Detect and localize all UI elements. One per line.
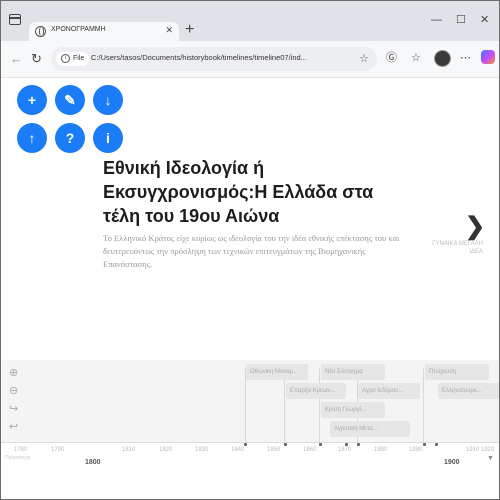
file-chip[interactable]: i File <box>56 52 90 66</box>
help-button[interactable]: ? <box>55 123 85 153</box>
timeline-marker[interactable]: Ελληνοτουρκ... <box>438 383 499 399</box>
marker-line <box>423 368 424 442</box>
tab-title: ΧΡΟΝΟΓΡΑΜΜΗ <box>51 26 106 33</box>
undo-icon[interactable]: ↩ <box>9 420 18 433</box>
url-text[interactable]: C:/Users/tasos/Documents/historybook/tim… <box>91 53 307 62</box>
globe-icon <box>35 26 46 37</box>
zoom-in-icon[interactable]: ⊕ <box>9 366 18 379</box>
browser-tab[interactable]: ΧΡΟΝΟΓΡΑΜΜΗ ✕ <box>29 22 179 41</box>
event-dot <box>244 443 247 446</box>
axis-tick: 1790 <box>51 447 65 453</box>
close-icon[interactable]: ✕ <box>165 25 173 36</box>
timeline-marker[interactable]: Επαρξα Κρεων... <box>286 383 346 399</box>
star-icon[interactable]: ☆ <box>359 52 369 65</box>
axis-tick: 1880 <box>374 447 388 453</box>
timeline-marker[interactable]: Νέο Σύνταγμα <box>321 364 385 380</box>
era-label: Παλαιότερη <box>5 455 31 461</box>
axis-tick: 1890 <box>409 447 423 453</box>
axis-tick: 1920 <box>481 447 495 453</box>
scroll-down-icon[interactable]: ▼ <box>487 455 494 462</box>
file-chip-label: File <box>73 55 85 62</box>
address-toolbar: ← ↻ i File C:/Users/tasos/Documents/histo… <box>1 41 499 78</box>
next-slide-arrow-icon[interactable]: ❯ <box>465 212 485 241</box>
axis-tick: 1820 <box>159 447 173 453</box>
axis-tick: 1840 <box>231 447 245 453</box>
plus-icon[interactable]: + <box>185 22 194 38</box>
slide-description: Το Ελληνικό Κράτος είχε κυρίως ως ιδεολο… <box>103 233 400 269</box>
axis-major-tick: 1800 <box>85 459 101 466</box>
title-bar: ΧΡΟΝΟΓΡΑΜΜΗ ✕ + — ☐ ✕ <box>1 1 499 41</box>
axis-major-tick: 1900 <box>444 459 460 466</box>
next-slide-label[interactable]: ΓΥΝΑΙΚΑ ΜΕΓΑΛΗ ΙΔΕΑ <box>431 240 483 256</box>
timeline-marker[interactable]: Αγροτική Μετα... <box>330 421 410 437</box>
timeline-axis: 1780 1790 1810 1820 1830 1840 1850 1860 … <box>1 442 499 499</box>
window-icon[interactable] <box>9 14 21 25</box>
timeline-page: + ✎ ↓ ↑ ? i Εθνική Ιδεολογία ή Εκσυγχρον… <box>1 78 499 499</box>
event-dot <box>423 443 426 446</box>
add-button[interactable]: + <box>17 85 47 115</box>
reader-icon[interactable]: Ⓖ <box>386 52 397 64</box>
info-icon: i <box>61 53 70 63</box>
redo-icon[interactable]: ↪ <box>9 402 18 415</box>
zoom-out-icon[interactable]: ⊖ <box>9 384 18 397</box>
axis-tick: 1870 <box>338 447 352 453</box>
timeline-navigator[interactable]: ⊕ ⊖ ↪ ↩ Οθωνικη Μοναρ... Νέο Σύνταγμα Επ… <box>1 360 499 499</box>
copilot-icon[interactable] <box>481 50 495 64</box>
more-icon[interactable]: ⋯ <box>460 52 471 64</box>
download-button[interactable]: ↓ <box>93 85 123 115</box>
marker-line <box>319 368 320 442</box>
refresh-icon[interactable]: ↻ <box>31 52 42 65</box>
back-icon[interactable]: ← <box>10 52 23 65</box>
timeline-marker[interactable]: Οθωνικη Μοναρ... <box>246 364 308 380</box>
axis-tick: 1810 <box>122 447 136 453</box>
slide-title: Εθνική Ιδεολογία ή Εκσυγχρονισμός:Η Ελλά… <box>103 158 374 226</box>
upload-button[interactable]: ↑ <box>17 123 47 153</box>
event-dot <box>345 443 348 446</box>
favorites-icon[interactable]: ☆ <box>411 52 421 64</box>
axis-tick: 1830 <box>195 447 209 453</box>
edit-button[interactable]: ✎ <box>55 85 85 115</box>
axis-tick: 1780 <box>14 447 28 453</box>
event-dot <box>435 443 438 446</box>
axis-tick: 1850 <box>267 447 281 453</box>
axis-tick: 1860 <box>303 447 317 453</box>
profile-avatar[interactable] <box>434 50 451 67</box>
timeline-marker[interactable]: Αγρο Ιεδύμου... <box>358 383 420 399</box>
event-dot <box>319 443 322 446</box>
browser-window: ΧΡΟΝΟΓΡΑΜΜΗ ✕ + — ☐ ✕ ← ↻ i File C:/Users… <box>0 0 500 500</box>
minimize-icon[interactable]: — <box>431 15 442 26</box>
axis-tick: 1910 <box>466 447 480 453</box>
info-button[interactable]: i <box>93 123 123 153</box>
event-dot <box>357 443 360 446</box>
timeline-marker[interactable]: Κρίση Γεωργί... <box>321 402 385 418</box>
address-bar[interactable]: i File C:/Users/tasos/Documents/historybo… <box>51 47 377 71</box>
window-close-icon[interactable]: ✕ <box>480 15 489 26</box>
event-dot <box>284 443 287 446</box>
maximize-icon[interactable]: ☐ <box>456 15 466 26</box>
timeline-marker[interactable]: Πτώχευση <box>425 364 489 380</box>
